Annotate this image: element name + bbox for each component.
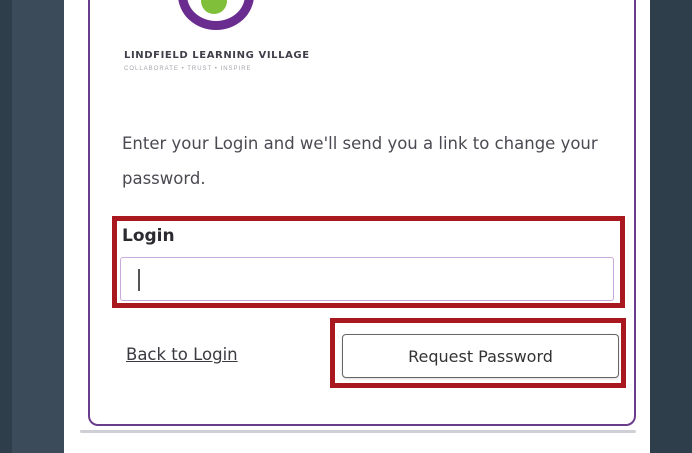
org-name: LINDFIELD LEARNING VILLAGE <box>124 50 310 61</box>
org-tagline: COLLABORATE • TRUST • INSPIRE <box>124 66 252 72</box>
login-highlight-box <box>112 216 625 308</box>
screen: LINDFIELD LEARNING VILLAGE COLLABORATE •… <box>0 0 692 453</box>
request-button-highlight-box <box>330 318 626 388</box>
mobile-view: LINDFIELD LEARNING VILLAGE COLLABORATE •… <box>64 0 650 453</box>
instructions-text: Enter your Login and we'll send you a li… <box>122 134 598 188</box>
right-edge <box>650 0 692 453</box>
card-divider <box>80 430 636 433</box>
left-edge <box>0 0 12 453</box>
page-background: LINDFIELD LEARNING VILLAGE COLLABORATE •… <box>12 0 650 453</box>
back-to-login-link[interactable]: Back to Login <box>126 345 238 364</box>
